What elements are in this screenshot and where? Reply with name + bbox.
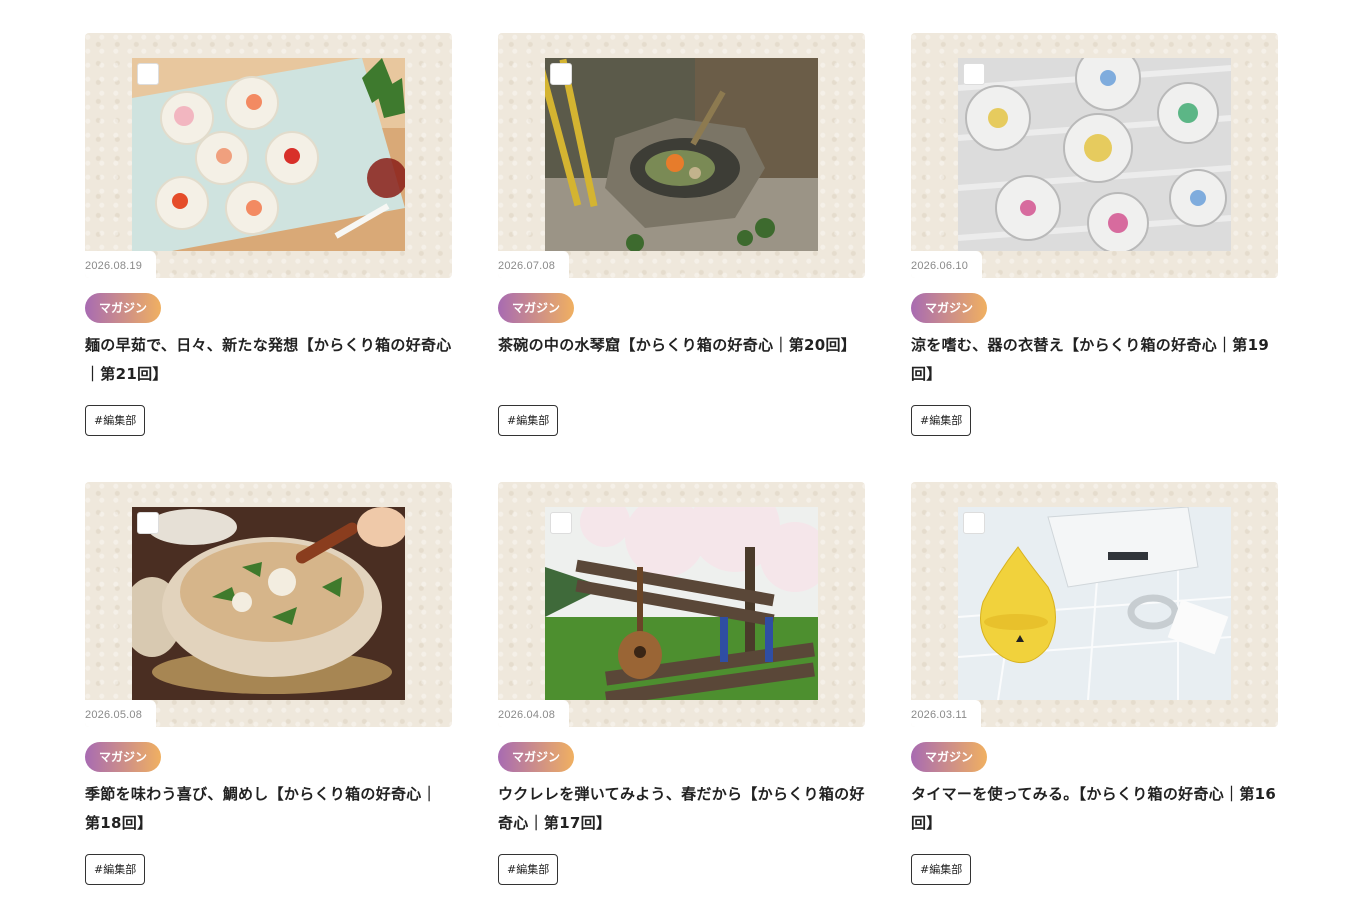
category-badge[interactable]: マガジン [911,742,987,772]
article-date: 2026.06.10 [911,251,983,278]
tag-link[interactable]: #編集部 [498,405,559,436]
clay-pot-rice-photo [132,507,405,700]
article-title[interactable]: タイマーを使ってみる。【からくり箱の好奇心｜第16回】 [911,780,1278,838]
tag-link[interactable]: #編集部 [498,854,559,885]
article-date: 2026.03.11 [911,700,982,727]
article-title[interactable]: ウクレレを弾いてみよう、春だから【からくり箱の好奇心｜第17回】 [498,780,865,838]
kitchen-timer-photo [958,507,1231,700]
article-thumbnail[interactable]: 2026.07.08 [498,33,865,278]
article-thumbnail[interactable]: 2026.06.10 [911,33,1278,278]
brand-logo-icon [550,63,572,85]
article-grid: 2026.08.19 マガジン 麺の早茹で、日々、新たな発想【からくり箱の好奇心… [85,33,1278,887]
article-thumbnail[interactable]: 2026.05.08 [85,482,452,727]
article-card[interactable]: 2026.06.10 マガジン 涼を嗜む、器の衣替え【からくり箱の好奇心｜第19… [911,33,1278,438]
category-badge[interactable]: マガジン [498,293,574,323]
brand-logo-icon [137,63,159,85]
somen-noodles-photo [132,58,405,251]
tag-link[interactable]: #編集部 [911,405,972,436]
tag-link[interactable]: #編集部 [911,854,972,885]
category-badge[interactable]: マガジン [911,293,987,323]
brand-logo-icon [550,512,572,534]
article-title[interactable]: 茶碗の中の水琴窟【からくり箱の好奇心｜第20回】 [498,331,865,360]
article-card[interactable]: 2026.07.08 マガジン 茶碗の中の水琴窟【からくり箱の好奇心｜第20回】… [498,33,865,438]
article-card[interactable]: 2026.05.08 マガジン 季節を味わう喜び、鯛めし【からくり箱の好奇心｜第… [85,482,452,887]
category-badge[interactable]: マガジン [498,742,574,772]
article-date: 2026.05.08 [85,700,157,727]
article-date: 2026.08.19 [85,251,157,278]
article-thumbnail[interactable]: 2026.04.08 [498,482,865,727]
category-badge[interactable]: マガジン [85,293,161,323]
ukulele-bench-photo [545,507,818,700]
brand-logo-icon [963,63,985,85]
article-card[interactable]: 2026.04.08 マガジン ウクレレを弾いてみよう、春だから【からくり箱の好… [498,482,865,887]
article-title[interactable]: 季節を味わう喜び、鯛めし【からくり箱の好奇心｜第18回】 [85,780,452,838]
article-date: 2026.04.08 [498,700,570,727]
article-card[interactable]: 2026.08.19 マガジン 麺の早茹で、日々、新たな発想【からくり箱の好奇心… [85,33,452,438]
article-title[interactable]: 麺の早茹で、日々、新たな発想【からくり箱の好奇心｜第21回】 [85,331,452,389]
brand-logo-icon [137,512,159,534]
category-badge[interactable]: マガジン [85,742,161,772]
article-date: 2026.07.08 [498,251,570,278]
article-thumbnail[interactable]: 2026.08.19 [85,33,452,278]
tag-link[interactable]: #編集部 [85,854,146,885]
tag-link[interactable]: #編集部 [85,405,146,436]
article-thumbnail[interactable]: 2026.03.11 [911,482,1278,727]
water-basin-photo [545,58,818,251]
article-card[interactable]: 2026.03.11 マガジン タイマーを使ってみる。【からくり箱の好奇心｜第1… [911,482,1278,887]
brand-logo-icon [963,512,985,534]
glass-cups-photo [958,58,1231,251]
article-title[interactable]: 涼を嗜む、器の衣替え【からくり箱の好奇心｜第19回】 [911,331,1278,389]
